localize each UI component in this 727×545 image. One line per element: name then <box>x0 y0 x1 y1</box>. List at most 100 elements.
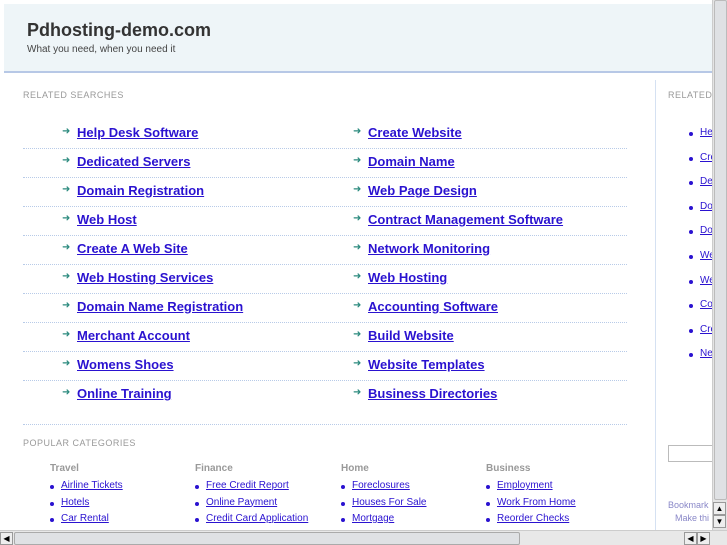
site-tagline: What you need, when you need it <box>27 44 176 55</box>
arrow-right-icon: ➜ <box>62 387 71 398</box>
category-link[interactable]: Credit Card Application <box>206 513 308 524</box>
sidebar-divider <box>655 80 656 530</box>
scroll-left-button-2[interactable]: ◀ <box>684 532 697 545</box>
related-link[interactable]: Business Directories <box>368 386 497 401</box>
make-homepage-link[interactable]: Make thi <box>675 513 709 523</box>
bullet-icon <box>50 518 54 522</box>
related-link[interactable]: Dedicated Servers <box>77 154 190 169</box>
related-link[interactable]: Help Desk Software <box>77 125 198 140</box>
sidebar-link[interactable]: Do <box>700 225 712 236</box>
related-link[interactable]: Domain Name <box>368 154 455 169</box>
row-separator <box>23 235 627 236</box>
row-separator <box>23 206 627 207</box>
bookmark-link[interactable]: Bookmark <box>668 500 709 510</box>
bullet-icon <box>689 181 693 186</box>
scroll-right-button[interactable]: ▶ <box>697 532 710 545</box>
related-link[interactable]: Web Hosting <box>368 270 447 285</box>
arrow-right-icon: ➜ <box>62 358 71 369</box>
arrow-right-icon: ➜ <box>353 126 362 137</box>
horizontal-scrollbar[interactable]: ◀ ◀ ▶ <box>0 530 727 545</box>
scroll-up-button[interactable]: ▲ <box>713 502 726 515</box>
related-link[interactable]: Web Hosting Services <box>77 270 213 285</box>
arrow-right-icon: ➜ <box>353 184 362 195</box>
row-separator <box>23 293 627 294</box>
related-link[interactable]: Domain Registration <box>77 183 204 198</box>
arrow-right-icon: ➜ <box>353 300 362 311</box>
sidebar-link[interactable]: We <box>700 250 712 261</box>
related-link[interactable]: Merchant Account <box>77 328 190 343</box>
sidebar-related-label: RELATED <box>668 90 712 100</box>
page-viewport: Pdhosting-demo.com What you need, when y… <box>0 0 712 530</box>
row-separator <box>23 322 627 323</box>
arrow-right-icon: ➜ <box>62 126 71 137</box>
category-link[interactable]: Employment <box>497 480 553 491</box>
header: Pdhosting-demo.com What you need, when y… <box>4 4 712 73</box>
category-link[interactable]: Houses For Sale <box>352 497 426 508</box>
category-link[interactable]: Airline Tickets <box>61 480 123 491</box>
related-link[interactable]: Build Website <box>368 328 454 343</box>
category-link[interactable]: Hotels <box>61 497 89 508</box>
category-link[interactable]: Online Payment <box>206 497 277 508</box>
arrow-right-icon: ➜ <box>62 329 71 340</box>
arrow-right-icon: ➜ <box>353 242 362 253</box>
category-link[interactable]: Reorder Checks <box>497 513 569 524</box>
row-separator <box>23 177 627 178</box>
site-title: Pdhosting-demo.com <box>27 20 211 40</box>
sidebar-link[interactable]: Cre <box>700 324 712 335</box>
bullet-icon <box>486 501 490 506</box>
related-link[interactable]: Website Templates <box>368 357 485 372</box>
category-link[interactable]: Work From Home <box>497 497 576 508</box>
related-link[interactable]: Domain Name Registration <box>77 299 243 314</box>
bullet-icon <box>341 485 345 489</box>
related-link[interactable]: Network Monitoring <box>368 241 490 256</box>
related-link[interactable]: Web Page Design <box>368 183 477 198</box>
related-link[interactable]: Accounting Software <box>368 299 498 314</box>
related-link[interactable]: Contract Management Software <box>368 212 563 227</box>
arrow-right-icon: ➜ <box>62 155 71 166</box>
arrow-right-icon: ➜ <box>353 358 362 369</box>
bullet-icon <box>195 518 199 522</box>
horizontal-scroll-thumb[interactable] <box>14 532 520 545</box>
bullet-icon <box>689 132 693 136</box>
popular-categories-label: POPULAR CATEGORIES <box>23 438 136 448</box>
row-separator <box>23 264 627 265</box>
category-link[interactable]: Mortgage <box>352 513 394 524</box>
related-link[interactable]: Online Training <box>77 386 172 401</box>
sidebar-link[interactable]: We <box>700 275 712 286</box>
sidebar-link[interactable]: Co <box>700 299 712 310</box>
category-link[interactable]: Foreclosures <box>352 480 410 491</box>
arrow-right-icon: ➜ <box>62 184 71 195</box>
related-link[interactable]: Womens Shoes <box>77 357 174 372</box>
sidebar-link[interactable]: He <box>700 127 712 138</box>
category-link[interactable]: Free Credit Report <box>206 480 289 491</box>
arrow-right-icon: ➜ <box>353 271 362 282</box>
related-link[interactable]: Create Website <box>368 125 462 140</box>
bullet-icon <box>50 501 54 506</box>
bullet-icon <box>341 501 345 506</box>
scroll-down-button[interactable]: ▼ <box>713 515 726 528</box>
category-link[interactable]: Car Rental <box>61 513 109 524</box>
sidebar-link[interactable]: Do <box>700 201 712 212</box>
bullet-icon <box>689 353 693 358</box>
sidebar-link[interactable]: Cre <box>700 152 712 163</box>
vertical-scrollbar[interactable]: ▲ ▼ <box>712 0 727 530</box>
arrow-right-icon: ➜ <box>353 213 362 224</box>
bullet-icon <box>689 156 693 161</box>
related-link[interactable]: Web Host <box>77 212 137 227</box>
category-title: Finance <box>195 463 233 474</box>
related-link[interactable]: Create A Web Site <box>77 241 188 256</box>
arrow-right-icon: ➜ <box>62 242 71 253</box>
bullet-icon <box>689 205 693 210</box>
sidebar-search-input[interactable] <box>668 445 712 462</box>
scroll-left-button[interactable]: ◀ <box>0 532 13 545</box>
category-title: Home <box>341 463 369 474</box>
category-title: Business <box>486 463 531 474</box>
bullet-icon <box>689 328 693 333</box>
sidebar-link[interactable]: Ne <box>700 348 712 359</box>
vertical-scroll-thumb[interactable] <box>714 0 727 500</box>
row-separator <box>23 351 627 352</box>
bullet-icon <box>341 518 345 522</box>
bullet-icon <box>689 230 693 235</box>
bullet-icon <box>195 501 199 506</box>
sidebar-link[interactable]: De <box>700 176 712 187</box>
